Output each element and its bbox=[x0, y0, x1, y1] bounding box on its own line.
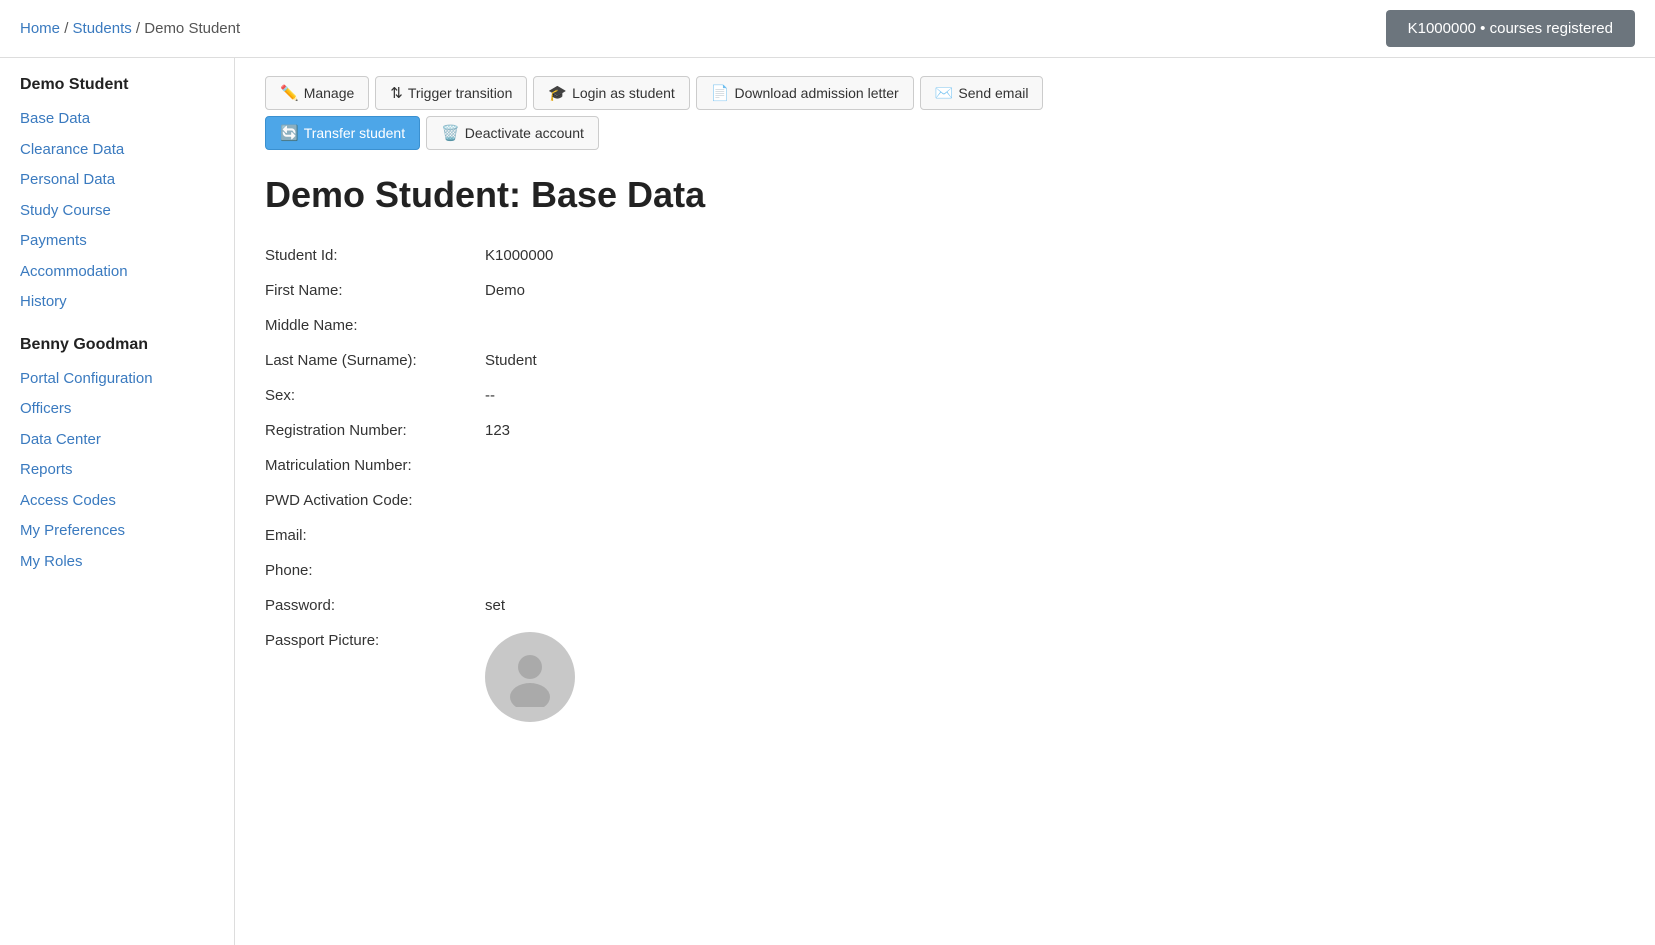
page-title: Demo Student: Base Data bbox=[265, 174, 1625, 216]
table-row: Middle Name: bbox=[265, 308, 1625, 343]
deactivate-icon: 🗑️ bbox=[441, 124, 460, 142]
sidebar-portal-configuration[interactable]: Portal Configuration bbox=[20, 364, 214, 395]
action-buttons-row1: ✏️ Manage ⇅ Trigger transition 🎓 Login a… bbox=[265, 76, 1625, 110]
passport-picture-placeholder bbox=[485, 632, 575, 722]
top-nav: Home / Students / Demo Student K1000000 … bbox=[0, 0, 1655, 58]
action-buttons-row2: 🔄 Transfer student 🗑️ Deactivate account bbox=[265, 116, 1625, 150]
field-label-matriculation-number: Matriculation Number: bbox=[265, 448, 485, 483]
field-label-password: Password: bbox=[265, 588, 485, 623]
field-value-matriculation-number bbox=[485, 448, 1625, 483]
download-admission-letter-button[interactable]: 📄 Download admission letter bbox=[696, 76, 914, 110]
field-value-registration-number: 123 bbox=[485, 413, 1625, 448]
sidebar-section1-title: Demo Student bbox=[20, 76, 214, 94]
field-label-email: Email: bbox=[265, 518, 485, 553]
email-icon: ✉️ bbox=[935, 84, 954, 102]
breadcrumb-students[interactable]: Students bbox=[73, 20, 132, 37]
table-row: Last Name (Surname): Student bbox=[265, 343, 1625, 378]
breadcrumb-home[interactable]: Home bbox=[20, 20, 60, 37]
sidebar-my-preferences[interactable]: My Preferences bbox=[20, 516, 214, 547]
field-label-registration-number: Registration Number: bbox=[265, 413, 485, 448]
main-content: ✏️ Manage ⇅ Trigger transition 🎓 Login a… bbox=[235, 58, 1655, 945]
sidebar-base-data[interactable]: Base Data bbox=[20, 104, 214, 135]
field-value-first-name: Demo bbox=[485, 273, 1625, 308]
field-label-phone: Phone: bbox=[265, 553, 485, 588]
pdf-icon: 📄 bbox=[711, 84, 730, 102]
arrows-icon: ⇅ bbox=[390, 84, 403, 102]
sidebar-study-course[interactable]: Study Course bbox=[20, 196, 214, 227]
table-row: Passport Picture: bbox=[265, 623, 1625, 731]
sidebar-personal-data[interactable]: Personal Data bbox=[20, 165, 214, 196]
deactivate-account-button[interactable]: 🗑️ Deactivate account bbox=[426, 116, 599, 150]
field-value-email bbox=[485, 518, 1625, 553]
sidebar-data-center[interactable]: Data Center bbox=[20, 425, 214, 456]
field-value-middle-name bbox=[485, 308, 1625, 343]
field-label-first-name: First Name: bbox=[265, 273, 485, 308]
sidebar-my-roles[interactable]: My Roles bbox=[20, 547, 214, 578]
student-icon: 🎓 bbox=[548, 84, 567, 102]
field-label-last-name: Last Name (Surname): bbox=[265, 343, 485, 378]
sidebar-officers[interactable]: Officers bbox=[20, 394, 214, 425]
sidebar-payments[interactable]: Payments bbox=[20, 226, 214, 257]
breadcrumb-current: Demo Student bbox=[144, 20, 240, 37]
table-row: Registration Number: 123 bbox=[265, 413, 1625, 448]
field-value-last-name: Student bbox=[485, 343, 1625, 378]
breadcrumb: Home / Students / Demo Student bbox=[20, 20, 240, 37]
transfer-icon: 🔄 bbox=[280, 124, 299, 142]
sidebar-accommodation[interactable]: Accommodation bbox=[20, 257, 214, 288]
table-row: Phone: bbox=[265, 553, 1625, 588]
person-silhouette-icon bbox=[500, 647, 560, 707]
sidebar-history[interactable]: History bbox=[20, 287, 214, 318]
field-value-passport-picture bbox=[485, 623, 1625, 731]
send-email-button[interactable]: ✉️ Send email bbox=[920, 76, 1044, 110]
field-label-pwd-activation-code: PWD Activation Code: bbox=[265, 483, 485, 518]
field-value-pwd-activation-code bbox=[485, 483, 1625, 518]
table-row: Sex: -- bbox=[265, 378, 1625, 413]
field-value-student-id: K1000000 bbox=[485, 238, 1625, 273]
table-row: Email: bbox=[265, 518, 1625, 553]
table-row: Student Id: K1000000 bbox=[265, 238, 1625, 273]
field-value-password: set bbox=[485, 588, 1625, 623]
sidebar-section2-title: Benny Goodman bbox=[20, 336, 214, 354]
field-label-middle-name: Middle Name: bbox=[265, 308, 485, 343]
field-value-sex: -- bbox=[485, 378, 1625, 413]
field-value-phone bbox=[485, 553, 1625, 588]
main-layout: Demo Student Base Data Clearance Data Pe… bbox=[0, 58, 1655, 945]
trigger-transition-button[interactable]: ⇅ Trigger transition bbox=[375, 76, 527, 110]
table-row: PWD Activation Code: bbox=[265, 483, 1625, 518]
table-row: First Name: Demo bbox=[265, 273, 1625, 308]
field-label-passport-picture: Passport Picture: bbox=[265, 623, 485, 731]
transfer-student-button[interactable]: 🔄 Transfer student bbox=[265, 116, 420, 150]
sidebar-reports[interactable]: Reports bbox=[20, 455, 214, 486]
manage-button[interactable]: ✏️ Manage bbox=[265, 76, 369, 110]
sidebar-access-codes[interactable]: Access Codes bbox=[20, 486, 214, 517]
sidebar-clearance-data[interactable]: Clearance Data bbox=[20, 135, 214, 166]
pencil-icon: ✏️ bbox=[280, 84, 299, 102]
base-data-table: Student Id: K1000000 First Name: Demo Mi… bbox=[265, 238, 1625, 731]
login-as-student-button[interactable]: 🎓 Login as student bbox=[533, 76, 689, 110]
field-label-sex: Sex: bbox=[265, 378, 485, 413]
table-row: Password: set bbox=[265, 588, 1625, 623]
sidebar: Demo Student Base Data Clearance Data Pe… bbox=[0, 58, 235, 945]
field-label-student-id: Student Id: bbox=[265, 238, 485, 273]
courses-registered-badge: K1000000 • courses registered bbox=[1386, 10, 1635, 47]
table-row: Matriculation Number: bbox=[265, 448, 1625, 483]
